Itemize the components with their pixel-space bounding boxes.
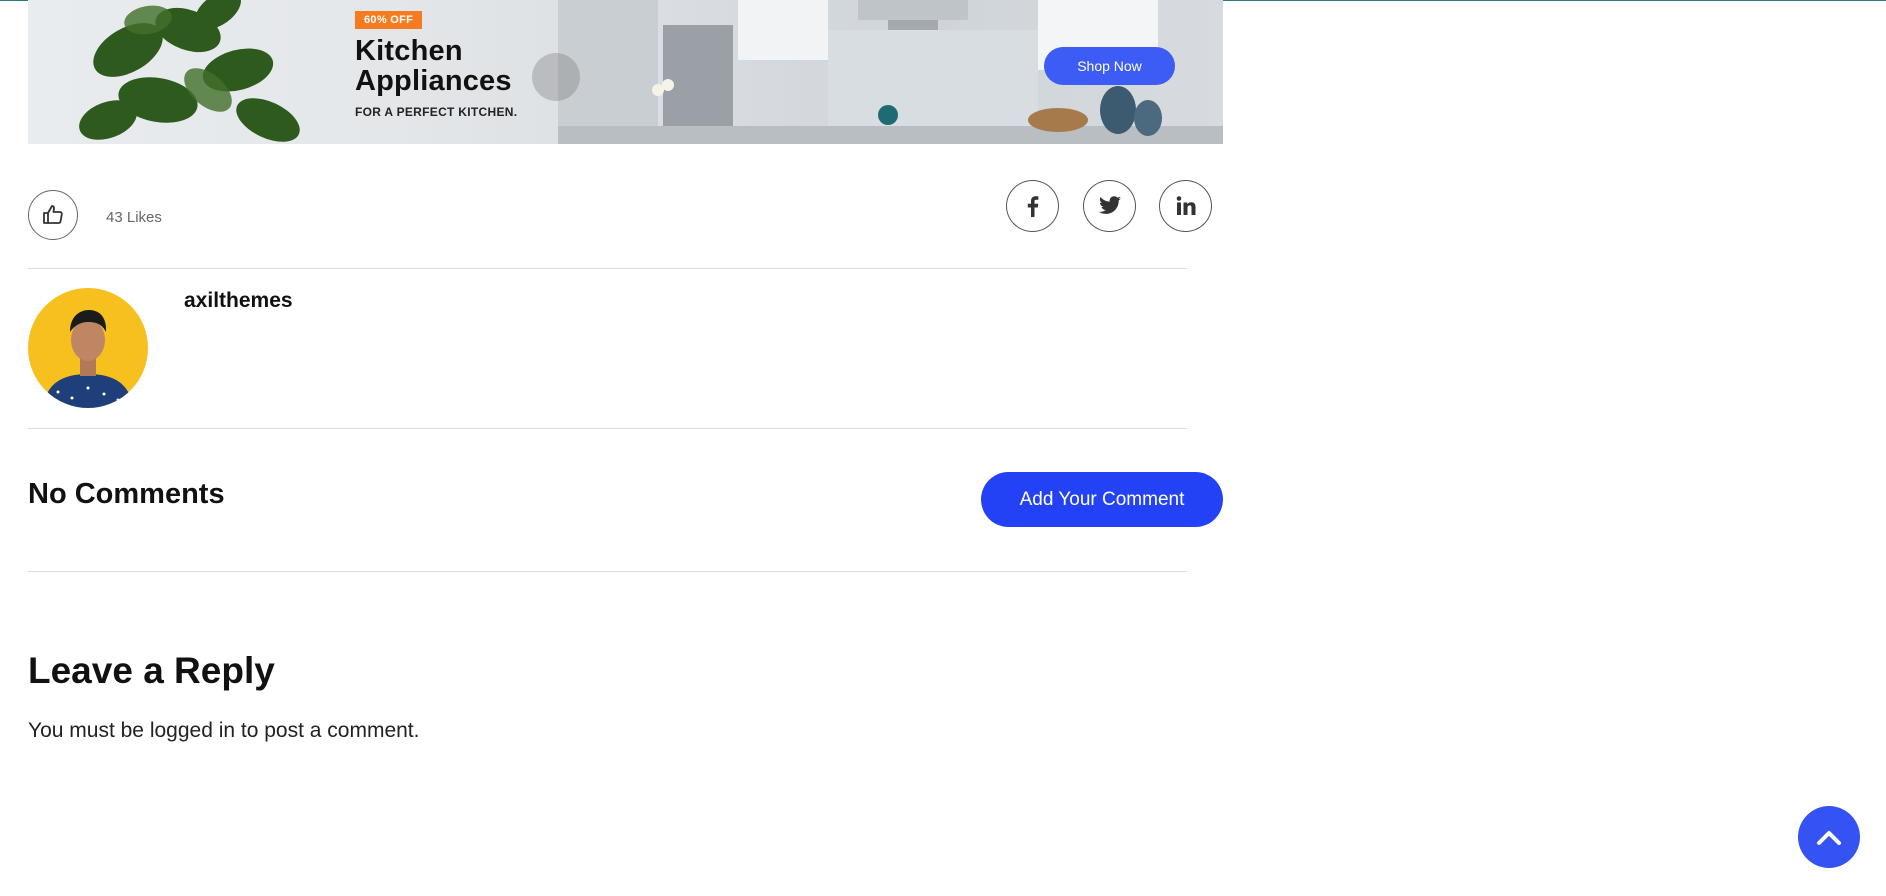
comments-heading: No Comments: [28, 478, 225, 510]
discount-badge: 60% OFF: [355, 11, 423, 29]
reply-heading: Leave a Reply: [28, 650, 275, 691]
divider: [28, 571, 1187, 572]
likes-count: 43 Likes: [106, 209, 162, 226]
login-link[interactable]: logged in: [150, 719, 235, 742]
promo-banner[interactable]: 60% OFF Kitchen Appliances FOR A PERFECT…: [28, 0, 1223, 144]
login-required-note: You must be logged in to post a comment.: [28, 719, 419, 743]
note-prefix: You must be: [28, 719, 150, 742]
chevron-up-icon: [1817, 831, 1841, 845]
share-twitter-button[interactable]: [1083, 180, 1136, 232]
banner-title-line2: Appliances: [355, 65, 512, 97]
banner-slider-dot[interactable]: [532, 53, 580, 101]
twitter-icon: [1098, 196, 1121, 214]
share-linkedin-button[interactable]: [1159, 180, 1212, 232]
note-suffix: to post a comment.: [235, 719, 420, 742]
linkedin-icon: [1176, 196, 1195, 215]
plant-illustration: [79, 0, 300, 142]
person-illustration: [43, 310, 133, 408]
author-name[interactable]: axilthemes: [184, 289, 293, 313]
like-button[interactable]: [28, 190, 78, 240]
share-facebook-button[interactable]: [1006, 180, 1059, 232]
facebook-icon: [1027, 196, 1038, 217]
banner-title-line1: Kitchen: [355, 35, 463, 67]
banner-title: Kitchen Appliances: [355, 36, 512, 96]
thumbs-up-icon: [43, 205, 63, 224]
banner-subtitle: FOR A PERFECT KITCHEN.: [355, 105, 518, 119]
divider: [28, 428, 1187, 429]
add-comment-button[interactable]: Add Your Comment: [981, 472, 1223, 527]
shop-now-button[interactable]: Shop Now: [1044, 47, 1175, 85]
author-avatar[interactable]: [28, 288, 148, 408]
divider: [28, 268, 1187, 269]
scroll-to-top-button[interactable]: [1798, 806, 1860, 868]
